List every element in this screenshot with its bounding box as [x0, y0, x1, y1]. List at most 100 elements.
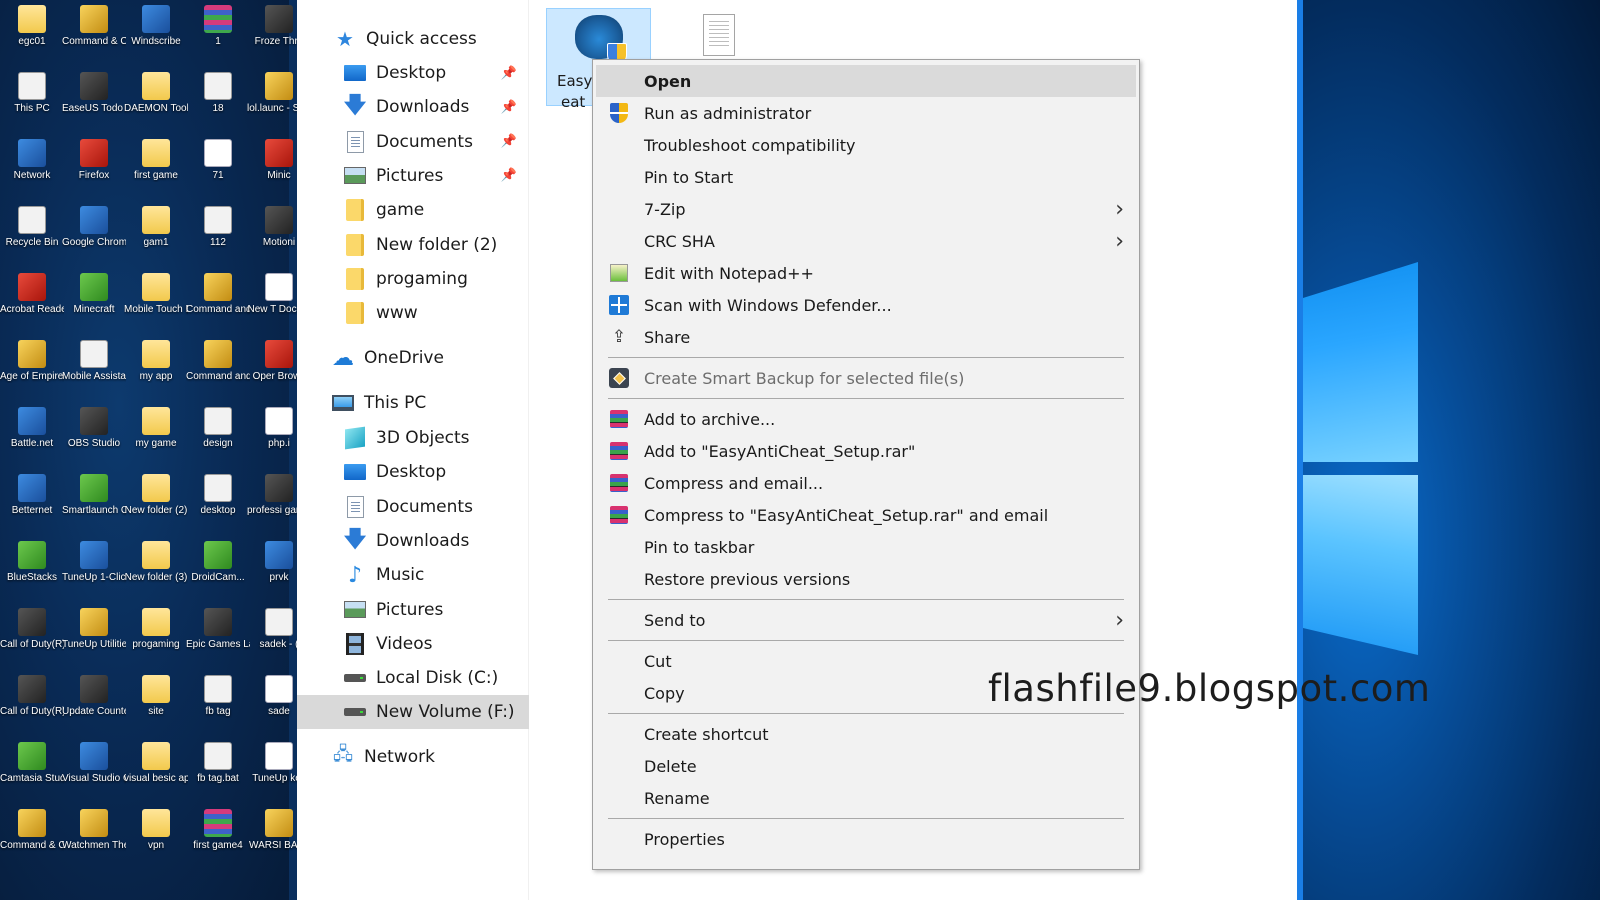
desktop-icon-prvk[interactable]: prvk: [247, 541, 297, 584]
nav-item-pc-new-volume-f[interactable]: New Volume (F:): [297, 695, 529, 730]
menu-item-pin-to-start[interactable]: Pin to Start: [593, 161, 1139, 193]
desktop-icon-18[interactable]: 18: [186, 72, 250, 115]
desktop-icon-this-pc[interactable]: This PC: [0, 72, 64, 115]
desktop-icon-command-conquer-g[interactable]: Command & Conquer G...: [62, 5, 126, 48]
desktop-icon-mobile-assistant[interactable]: Mobile Assistant: [62, 340, 126, 383]
desktop-icon-new-folder-2[interactable]: New folder (2): [124, 474, 188, 517]
desktop-icon-new-folder-3[interactable]: New folder (3): [124, 541, 188, 584]
desktop-icon-call-of-duty-r-2-s[interactable]: Call of Duty(R) 2 S...: [0, 675, 64, 718]
desktop-icon-google-chrome[interactable]: Google Chrome: [62, 206, 126, 249]
nav-item-qa-desktop[interactable]: Desktop 📌: [297, 56, 529, 90]
menu-item-edit-with-notepad[interactable]: Edit with Notepad++: [593, 257, 1139, 289]
desktop-icon-fb-tag[interactable]: fb tag: [186, 675, 250, 718]
desktop-icon-obs-studio[interactable]: OBS Studio: [62, 407, 126, 450]
desktop-icon-motioni[interactable]: Motioni: [247, 206, 297, 249]
desktop-icon-sadek[interactable]: sadek - (: [247, 608, 297, 651]
desktop-icon-acrobat-reader-dc[interactable]: Acrobat Reader DC: [0, 273, 64, 316]
nav-item-qa-downloads[interactable]: 🡇 Downloads 📌: [297, 90, 529, 124]
nav-item-qa-documents[interactable]: Documents 📌: [297, 125, 529, 159]
desktop-icon-command-conquer-ge[interactable]: Command & Conquer Ge...: [0, 809, 64, 852]
desktop-icon-oper-brows[interactable]: Oper Brows: [247, 340, 297, 383]
nav-item-pc-downloads[interactable]: 🡇 Downloads: [297, 524, 529, 558]
desktop-icon-fb-tag-bat[interactable]: fb tag.bat: [186, 742, 250, 785]
desktop-icon-new-t-docum[interactable]: New T Docum: [247, 273, 297, 316]
desktop-icon-bluestacks[interactable]: BlueStacks: [0, 541, 64, 584]
nav-item-network[interactable]: 🖧 Network: [297, 740, 529, 774]
desktop-icon-lol-launc-short[interactable]: lol.launc - Short: [247, 72, 297, 115]
nav-item-qa-new-folder-2[interactable]: New folder (2): [297, 228, 529, 262]
desktop-icon-warsi-batt[interactable]: WARSI BATT: [247, 809, 297, 852]
nav-item-pc-pictures[interactable]: Pictures: [297, 593, 529, 627]
pin-icon[interactable]: 📌: [501, 100, 517, 115]
desktop-icon-mobile-touch-button[interactable]: Mobile Touch Button: [124, 273, 188, 316]
desktop-icon-easeus-todo-backup-10-0[interactable]: EaseUS Todo Backup 10.0: [62, 72, 126, 115]
nav-item-pc-desktop[interactable]: Desktop: [297, 455, 529, 489]
nav-item-onedrive[interactable]: ☁ OneDrive: [297, 341, 529, 375]
desktop-icon-network[interactable]: Network: [0, 139, 64, 182]
menu-item-share[interactable]: ⇪ Share: [593, 321, 1139, 353]
desktop-icon-call-of-duty-r-2[interactable]: Call of Duty(R) 2...: [0, 608, 64, 651]
menu-item-scan-with-windows-defender[interactable]: Scan with Windows Defender...: [593, 289, 1139, 321]
desktop-icon-daemon-tools-lite[interactable]: DAEMON Tools Lite: [124, 72, 188, 115]
desktop-icon-command-and-conqu[interactable]: Command and Conqu...: [186, 340, 250, 383]
nav-item-pc-3d-objects[interactable]: 3D Objects: [297, 421, 529, 455]
menu-item-run-as-administrator[interactable]: Run as administrator: [593, 97, 1139, 129]
menu-item-send-to[interactable]: Send to ›: [593, 604, 1139, 636]
file-item-document[interactable]: [703, 14, 735, 56]
desktop-icon-recycle-bin[interactable]: Recycle Bin: [0, 206, 64, 249]
menu-item-rename[interactable]: Rename: [593, 782, 1139, 814]
pin-icon[interactable]: 📌: [501, 168, 517, 183]
desktop-icon-smartlaunch-client[interactable]: Smartlaunch Client: [62, 474, 126, 517]
menu-item-add-to-archive[interactable]: Add to archive...: [593, 403, 1139, 435]
desktop-icon-my-game[interactable]: my game: [124, 407, 188, 450]
desktop-icon-betternet[interactable]: Betternet: [0, 474, 64, 517]
desktop-icon-gam1[interactable]: gam1: [124, 206, 188, 249]
desktop-icon-first-game[interactable]: first game: [124, 139, 188, 182]
desktop-icon-tuneup-1-click-mai[interactable]: TuneUp 1-Click Mai...: [62, 541, 126, 584]
desktop-icon-epic-games-launcher[interactable]: Epic Games Launcher: [186, 608, 250, 651]
nav-item-pc-videos[interactable]: Videos: [297, 627, 529, 661]
desktop-icon-tuneup-utilities-2014[interactable]: TuneUp Utilities 2014: [62, 608, 126, 651]
menu-item-troubleshoot-compatibility[interactable]: Troubleshoot compatibility: [593, 129, 1139, 161]
desktop-icon-firefox[interactable]: Firefox: [62, 139, 126, 182]
menu-item-add-to-easyanticheat-setup-rar[interactable]: Add to "EasyAntiCheat_Setup.rar": [593, 435, 1139, 467]
desktop-icon-froze-thro[interactable]: Froze Thro: [247, 5, 297, 48]
menu-item-properties[interactable]: Properties: [593, 823, 1139, 855]
nav-item-pc-music[interactable]: ♪ Music: [297, 558, 529, 592]
desktop-icon-71[interactable]: 71: [186, 139, 250, 182]
menu-item-delete[interactable]: Delete: [593, 750, 1139, 782]
pin-icon[interactable]: 📌: [501, 66, 517, 81]
desktop-icon-droidcam[interactable]: DroidCam...: [186, 541, 250, 584]
desktop-icon-vpn[interactable]: vpn: [124, 809, 188, 852]
desktop-icon-design[interactable]: design: [186, 407, 250, 450]
desktop-icon-visual-besic-app[interactable]: visual besic app: [124, 742, 188, 785]
desktop-icon-battle-net[interactable]: Battle.net: [0, 407, 64, 450]
nav-item-this-pc[interactable]: This PC: [297, 386, 529, 420]
nav-item-qa-www[interactable]: www: [297, 296, 529, 330]
desktop-icon-my-app[interactable]: my app: [124, 340, 188, 383]
desktop-icon-site[interactable]: site: [124, 675, 188, 718]
desktop-icon-112[interactable]: 112: [186, 206, 250, 249]
desktop-icon-progaming[interactable]: progaming: [124, 608, 188, 651]
desktop-icon-1[interactable]: 1: [186, 5, 250, 48]
menu-item-crc-sha[interactable]: CRC SHA ›: [593, 225, 1139, 257]
nav-item-qa-pictures[interactable]: Pictures 📌: [297, 159, 529, 193]
desktop-icon-windscribe[interactable]: Windscribe: [124, 5, 188, 48]
desktop-icon-camtasia-studio-8[interactable]: Camtasia Studio 8: [0, 742, 64, 785]
desktop-icon-egc01[interactable]: egc01: [0, 5, 64, 48]
nav-item-pc-documents[interactable]: Documents: [297, 490, 529, 524]
desktop-icon-php-i[interactable]: php.i: [247, 407, 297, 450]
menu-item-compress-to-easyanticheat-setup-rar-and-email[interactable]: Compress to "EasyAntiCheat_Setup.rar" an…: [593, 499, 1139, 531]
desktop-icon-minic[interactable]: Minic: [247, 139, 297, 182]
menu-item-open[interactable]: Open: [596, 65, 1136, 97]
desktop-icon-minecraft[interactable]: Minecraft: [62, 273, 126, 316]
menu-item-7-zip[interactable]: 7-Zip ›: [593, 193, 1139, 225]
menu-item-create-shortcut[interactable]: Create shortcut: [593, 718, 1139, 750]
desktop-icon-command-and-conqu[interactable]: Command and Conqu...: [186, 273, 250, 316]
menu-item-pin-to-taskbar[interactable]: Pin to taskbar: [593, 531, 1139, 563]
desktop-icon-watchmen-the-end-i[interactable]: Watchmen The End i...: [62, 809, 126, 852]
desktop-icon-update-counter-str[interactable]: Update Counter-Str...: [62, 675, 126, 718]
nav-item-qa-progaming[interactable]: progaming: [297, 262, 529, 296]
nav-item-pc-local-disk-c[interactable]: Local Disk (C:): [297, 661, 529, 695]
desktop-icon-professi-gaming[interactable]: professi gaming: [247, 474, 297, 517]
